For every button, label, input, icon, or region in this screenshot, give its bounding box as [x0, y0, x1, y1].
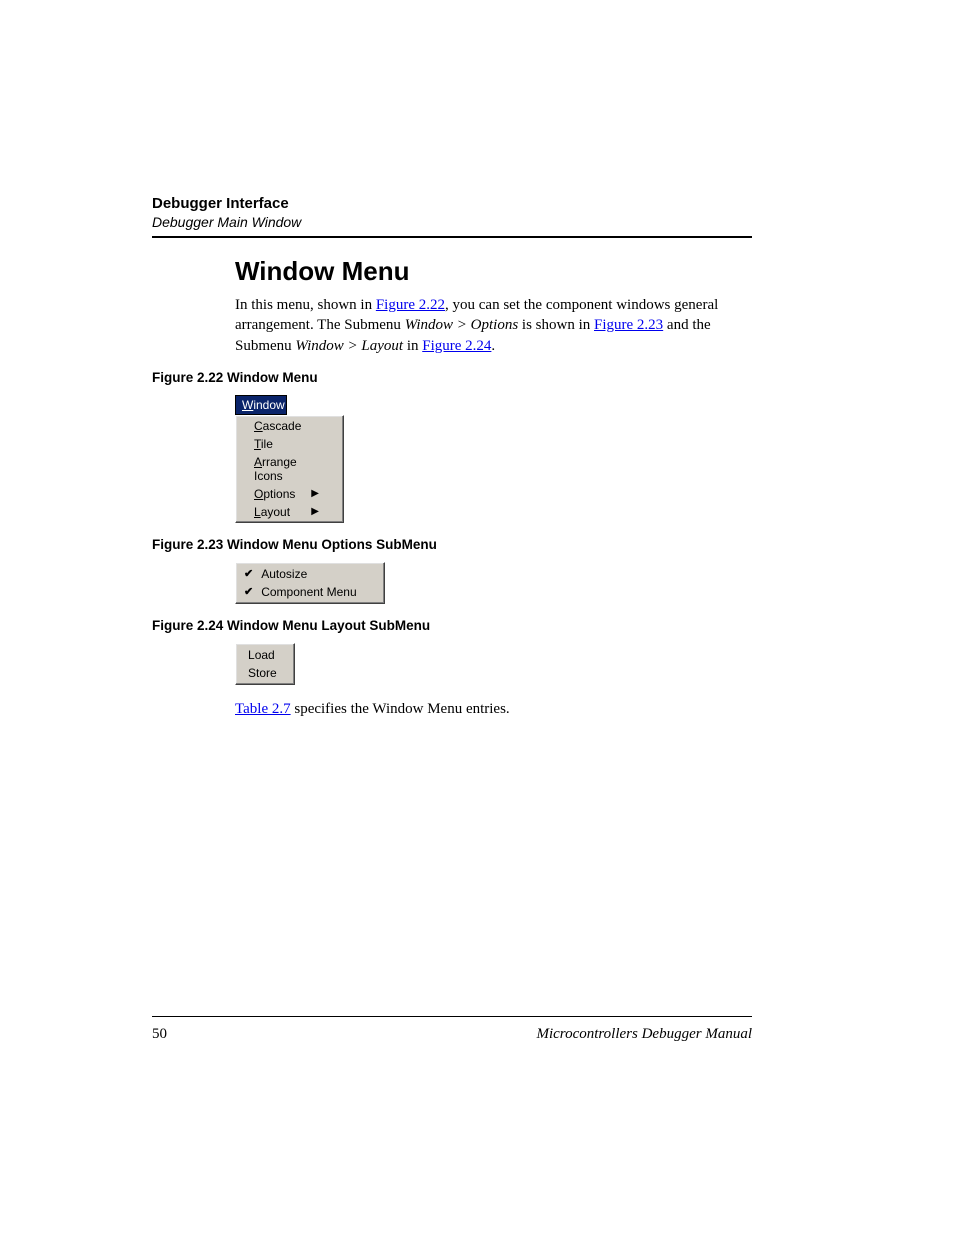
options-submenu-figure: ✔ Autosize ✔ Component Menu: [235, 562, 385, 604]
page-number: 50: [152, 1026, 167, 1043]
link-figure-2-23[interactable]: Figure 2.23: [594, 317, 663, 333]
option-label: Autosize: [261, 567, 307, 581]
footer-rule: [152, 1016, 752, 1017]
section-heading: Window Menu: [235, 256, 752, 287]
menu-item-cascade[interactable]: Cascade: [236, 417, 343, 435]
para-italic: Window > Layout: [295, 338, 403, 354]
para-text: In this menu, shown in: [235, 297, 376, 313]
footer-doc-title: Microcontrollers Debugger Manual: [536, 1026, 752, 1043]
layout-item-ul: S: [248, 666, 256, 680]
link-table-2-7[interactable]: Table 2.7: [235, 701, 291, 717]
closing-paragraph: Table 2.7 specifies the Window Menu entr…: [235, 699, 752, 719]
layout-item-load[interactable]: Load: [236, 646, 294, 664]
menubar-label-rest: indow: [253, 398, 284, 412]
window-menu-popup: Cascade Tile Arrange Icons Options ▶ Lay…: [235, 415, 344, 523]
header-rule: [152, 236, 752, 238]
menu-item-ul: T: [254, 437, 261, 451]
submenu-arrow-icon: ▶: [311, 488, 319, 499]
closing-text: specifies the Window Menu entries.: [291, 701, 510, 717]
layout-item-rest: oad: [255, 648, 275, 662]
option-item-autosize[interactable]: ✔ Autosize: [236, 565, 384, 583]
para-text: is shown in: [518, 317, 594, 333]
menubar-label-ul: W: [242, 398, 253, 412]
page-header-title: Debugger Interface: [152, 195, 752, 212]
link-figure-2-24[interactable]: Figure 2.24: [422, 338, 491, 354]
figure-2-22-caption: Figure 2.22 Window Menu: [152, 370, 752, 385]
menu-item-rest: ptions: [263, 487, 295, 501]
menu-item-arrange-icons[interactable]: Arrange Icons: [236, 453, 343, 485]
para-italic: Window > Options: [405, 317, 518, 333]
menu-item-layout[interactable]: Layout ▶: [236, 503, 343, 521]
check-icon: ✔: [244, 585, 253, 598]
menu-item-rest: ascade: [263, 419, 302, 433]
menu-item-ul: A: [254, 455, 262, 469]
window-menu-figure: Window Cascade Tile Arrange Icons Option…: [235, 395, 344, 523]
layout-item-ul: L: [248, 648, 255, 662]
page-footer: 50 Microcontrollers Debugger Manual: [152, 1026, 752, 1043]
menu-item-ul: C: [254, 419, 263, 433]
menu-item-rest: ile: [261, 437, 273, 451]
para-text: in: [403, 338, 422, 354]
link-figure-2-22[interactable]: Figure 2.22: [376, 297, 445, 313]
figure-2-24-caption: Figure 2.24 Window Menu Layout SubMenu: [152, 618, 752, 633]
section-paragraph: In this menu, shown in Figure 2.22, you …: [235, 295, 752, 356]
para-text: .: [491, 338, 495, 354]
layout-submenu-figure: Load Store: [235, 643, 295, 685]
menu-item-rest: ayout: [261, 505, 290, 519]
check-icon: ✔: [244, 567, 253, 580]
option-label: Component Menu: [261, 585, 356, 599]
menu-item-ul: L: [254, 505, 261, 519]
menu-item-options[interactable]: Options ▶: [236, 485, 343, 503]
layout-item-rest: tore: [256, 666, 277, 680]
menubar-window[interactable]: Window: [235, 395, 287, 415]
menu-item-ul: O: [254, 487, 263, 501]
layout-item-store[interactable]: Store: [236, 664, 294, 682]
figure-2-23-caption: Figure 2.23 Window Menu Options SubMenu: [152, 537, 752, 552]
submenu-arrow-icon: ▶: [311, 506, 319, 517]
page-header-subtitle: Debugger Main Window: [152, 214, 752, 230]
menu-item-tile[interactable]: Tile: [236, 435, 343, 453]
option-item-component-menu[interactable]: ✔ Component Menu: [236, 583, 384, 601]
